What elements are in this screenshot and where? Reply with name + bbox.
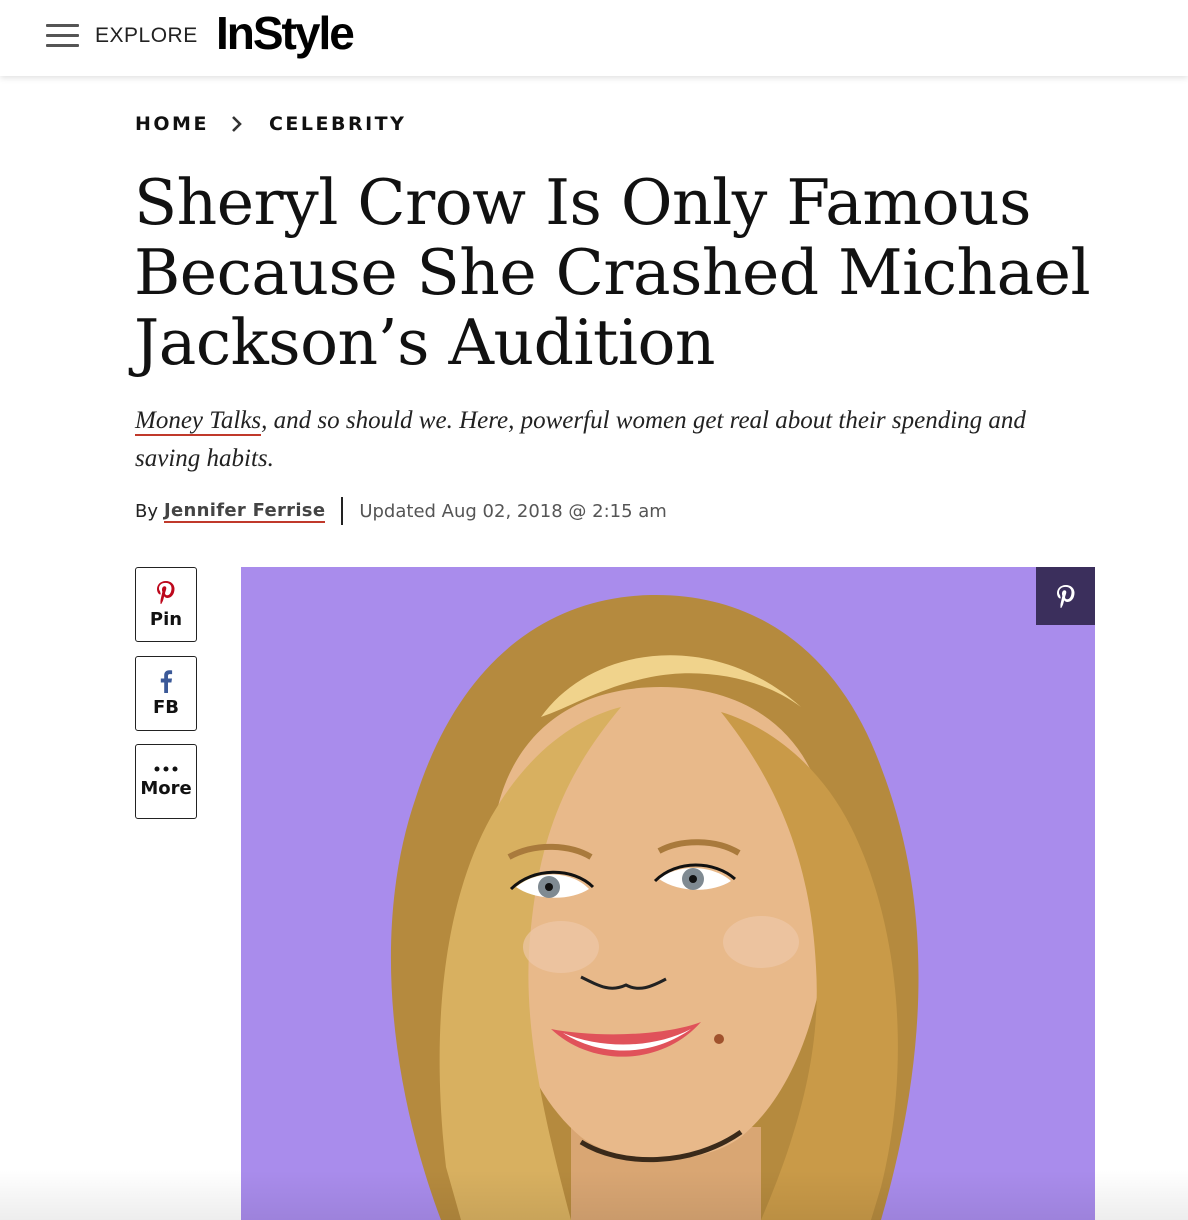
chevron-right-icon	[232, 116, 242, 132]
facebook-icon	[160, 670, 173, 693]
author-link[interactable]: Jennifer Ferrise	[164, 500, 326, 523]
image-pin-button[interactable]	[1036, 567, 1095, 625]
portrait-illustration	[241, 567, 1095, 1220]
instyle-logo[interactable]: InStyle	[216, 6, 355, 60]
site-header: EXPLORE InStyle	[0, 0, 1188, 76]
breadcrumb-celebrity[interactable]: CELEBRITY	[269, 113, 406, 135]
article-dek: Money Talks, and so should we. Here, pow…	[135, 402, 1075, 478]
share-facebook-button[interactable]: FB	[135, 656, 197, 731]
pin-label: Pin	[149, 609, 183, 630]
updated-date: Updated Aug 02, 2018 @ 2:15 am	[359, 500, 667, 522]
breadcrumb: HOME CELEBRITY	[135, 112, 406, 136]
byline: By Jennifer Ferrise Updated Aug 02, 2018…	[135, 496, 667, 526]
more-label: More	[140, 778, 192, 799]
hero-illustration	[241, 567, 1095, 1220]
fb-label: FB	[152, 697, 179, 718]
article-headline: Sheryl Crow Is Only Famous Because She C…	[134, 166, 1091, 379]
money-talks-link[interactable]: Money Talks	[135, 407, 262, 436]
byline-divider	[341, 497, 344, 525]
pinterest-icon	[157, 581, 175, 604]
breadcrumb-home[interactable]: HOME	[135, 113, 209, 135]
share-pin-button[interactable]: Pin	[135, 567, 197, 642]
more-dots-icon	[154, 766, 178, 772]
pinterest-icon	[1056, 585, 1074, 608]
share-more-button[interactable]: More	[135, 744, 197, 819]
explore-button[interactable]: EXPLORE	[95, 24, 198, 48]
hamburger-icon[interactable]	[46, 24, 79, 48]
byline-prefix: By	[135, 500, 159, 522]
dek-text: , and so should we. Here, powerful women…	[135, 407, 1026, 472]
